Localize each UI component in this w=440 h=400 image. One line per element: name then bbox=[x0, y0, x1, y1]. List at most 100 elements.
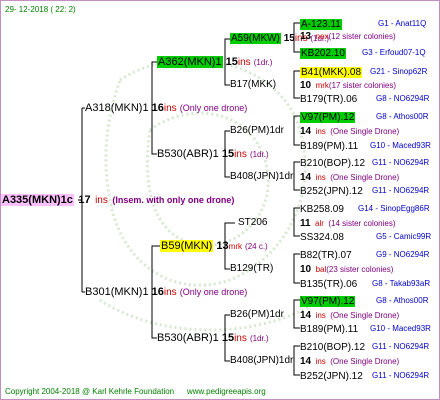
gen4-sister-info: 13 nex(12 sister colonies) bbox=[300, 29, 396, 43]
gen4-row[interactable]: B210(BOP).12 bbox=[300, 340, 365, 354]
gen4-count: 10 bbox=[300, 264, 312, 275]
gen4-sire: B189(PM).11 bbox=[300, 141, 359, 152]
gen2-note: (1dr.) bbox=[249, 150, 269, 159]
gen4-code: G8 - NO6294R bbox=[376, 94, 430, 103]
gen3-node[interactable]: B408(JPN)1dr bbox=[230, 171, 293, 183]
gen4-sisters: (One Single Drone) bbox=[330, 173, 400, 182]
gen4-sisters: (17 sister colonies) bbox=[328, 81, 397, 90]
gen3-label: B408(JPN)1dr bbox=[230, 171, 294, 182]
gen3-node[interactable]: B26(PM)1dr bbox=[230, 125, 284, 137]
root-label: A335(MKN)1c bbox=[1, 194, 74, 206]
gen3-node[interactable]: ST206 bbox=[238, 217, 267, 229]
gen4-word: nex bbox=[315, 32, 329, 41]
gen4-code: G3 - Erfoud07-1Q bbox=[362, 48, 426, 57]
gen3-node[interactable]: B17(MKK) bbox=[230, 79, 276, 91]
gen4-sire: B41(MKK).08 bbox=[300, 67, 363, 78]
gen4-count: 13 bbox=[300, 31, 312, 42]
gen2-node[interactable]: A362(MKN)1 15ins (1dr.) bbox=[157, 56, 272, 69]
gen4-sister-info: 14 ins (One Single Drone) bbox=[300, 170, 399, 184]
gen4-code: G21 - Sinop62R bbox=[370, 67, 428, 76]
gen2-ins-word: ins bbox=[234, 149, 247, 160]
gen4-row[interactable]: B189(PM).11 bbox=[300, 322, 358, 336]
gen4-code: G10 - Maced93R bbox=[370, 324, 431, 333]
gen4-sire: B135(TR).06 bbox=[300, 279, 358, 290]
gen4-sisters: (One Single Drone) bbox=[330, 357, 400, 366]
gen4-sire: B252(JPN).12 bbox=[300, 186, 363, 197]
gen4-sister-info: 14 ins (One Single Drone) bbox=[300, 308, 399, 322]
gen2-ins-count: 15 bbox=[221, 332, 235, 344]
gen2-node[interactable]: B530(ABR)1 15ins (1dr.) bbox=[157, 332, 269, 345]
gen4-count: 14 bbox=[300, 126, 312, 137]
gen4-count: 10 bbox=[300, 80, 312, 91]
gen4-sire: SS324.08 bbox=[300, 232, 344, 243]
gen3-node[interactable]: B26(PM)1dr bbox=[230, 309, 284, 321]
gen3-label: ST206 bbox=[238, 217, 268, 228]
gen4-word: ins bbox=[315, 127, 326, 136]
gen4-sire: B210(BOP).12 bbox=[300, 158, 366, 169]
gen3-label: B26(PM)1dr bbox=[230, 309, 284, 320]
gen4-code: G11 - NO6294R bbox=[372, 342, 430, 351]
gen4-row[interactable]: B189(PM).11 bbox=[300, 139, 358, 153]
gen1-note: (Only one drone) bbox=[179, 287, 248, 297]
gen4-sister-info: 14 ins (One Single Drone) bbox=[300, 354, 399, 368]
gen1-node[interactable]: A318(MKN)1 16ins (Only one drone) bbox=[85, 102, 247, 115]
gen4-sister-info: 11 alr (14 sister colonies) bbox=[300, 216, 396, 230]
gen4-sire: B210(BOP).12 bbox=[300, 342, 366, 353]
gen2-label: A362(MKN)1 bbox=[157, 56, 223, 68]
gen4-row[interactable]: B210(BOP).12 bbox=[300, 156, 365, 170]
gen2-note: (24 c.) bbox=[245, 242, 268, 251]
gen2-node[interactable]: B59(MKN) 13mrk (24 c.) bbox=[160, 240, 268, 253]
gen4-code: G8 - Athos00R bbox=[376, 112, 429, 121]
gen4-count: 11 bbox=[300, 218, 311, 229]
gen4-code: G8 - Athos00R bbox=[376, 296, 429, 305]
gen4-word: ins bbox=[315, 357, 326, 366]
gen4-row[interactable]: SS324.08 bbox=[300, 230, 344, 244]
gen4-word: ins bbox=[315, 173, 326, 182]
gen4-sisters: (23 sister colonies) bbox=[326, 265, 394, 274]
gen3-node[interactable]: B408(JPN)1dr bbox=[230, 355, 293, 367]
gen4-row[interactable]: B179(TR).06 bbox=[300, 92, 357, 106]
gen2-ins-count: 15 bbox=[221, 148, 235, 160]
gen2-ins-word: ins bbox=[237, 57, 251, 68]
gen3-node[interactable]: B129(TR) bbox=[230, 263, 273, 275]
gen4-row[interactable]: B252(JPN).12 bbox=[300, 184, 363, 198]
gen4-sisters: (One Single Drone) bbox=[330, 127, 400, 136]
gen4-sisters: (One Single Drone) bbox=[330, 311, 400, 320]
gen4-row[interactable]: B82(TR).07 bbox=[300, 248, 352, 262]
gen2-ins-word: ins bbox=[234, 333, 247, 344]
gen4-row[interactable]: B41(MKK).08 bbox=[300, 65, 363, 79]
website-link[interactable]: www.pedigreeapis.org bbox=[187, 386, 266, 398]
gen4-code: G14 - SinopEgg86R bbox=[358, 204, 430, 213]
root-ins-word: ins bbox=[95, 195, 108, 206]
gen4-word: alr bbox=[315, 219, 324, 228]
gen1-ins-count: 16 bbox=[151, 286, 164, 298]
gen2-node[interactable]: B530(ABR)1 15ins (1dr.) bbox=[157, 148, 269, 161]
gen4-row[interactable]: KB258.09 bbox=[300, 202, 344, 216]
gen3-label: B408(JPN)1dr bbox=[230, 355, 294, 366]
gen4-count: 14 bbox=[300, 172, 312, 183]
gen4-row[interactable]: B252(JPN).12 bbox=[300, 369, 363, 383]
gen4-sire: KB258.09 bbox=[300, 204, 344, 215]
gen2-ins-count: 13 bbox=[216, 240, 229, 252]
gen4-row[interactable]: KB202.10 bbox=[300, 46, 346, 60]
gen4-word: mrk bbox=[315, 81, 329, 90]
gen4-row[interactable]: B135(TR).06 bbox=[300, 277, 357, 291]
gen4-sisters: (12 sister colonies) bbox=[328, 32, 396, 41]
gen4-code: G10 - Maced93R bbox=[370, 141, 431, 150]
gen4-word: ins bbox=[315, 311, 326, 320]
gen4-code: G9 - NO6294R bbox=[376, 250, 430, 259]
root-node[interactable]: A335(MKN)1c 17 ins (Insem. with only one… bbox=[1, 193, 234, 207]
copyright-text: Copyright 2004-2018 @ Karl Kehrle Founda… bbox=[5, 387, 175, 396]
gen3-label: B26(PM)1dr bbox=[230, 125, 284, 136]
gen1-node[interactable]: B301(MKN)1 16ins (Only one drone) bbox=[85, 286, 247, 299]
gen4-sire: B189(PM).11 bbox=[300, 324, 359, 335]
gen3-ins-count: 15 bbox=[283, 33, 295, 44]
gen4-count: 14 bbox=[300, 310, 312, 321]
gen2-note: (1dr.) bbox=[249, 334, 269, 343]
gen2-label: B530(ABR)1 bbox=[157, 332, 219, 344]
gen4-word: bal bbox=[315, 265, 327, 274]
gen3-label: A59(MKW) bbox=[230, 33, 281, 44]
gen4-code: G11 - NO6294R bbox=[372, 371, 430, 380]
gen4-code: G11 - NO6294R bbox=[372, 186, 430, 195]
gen4-code: G5 - Camic99R bbox=[376, 232, 432, 241]
